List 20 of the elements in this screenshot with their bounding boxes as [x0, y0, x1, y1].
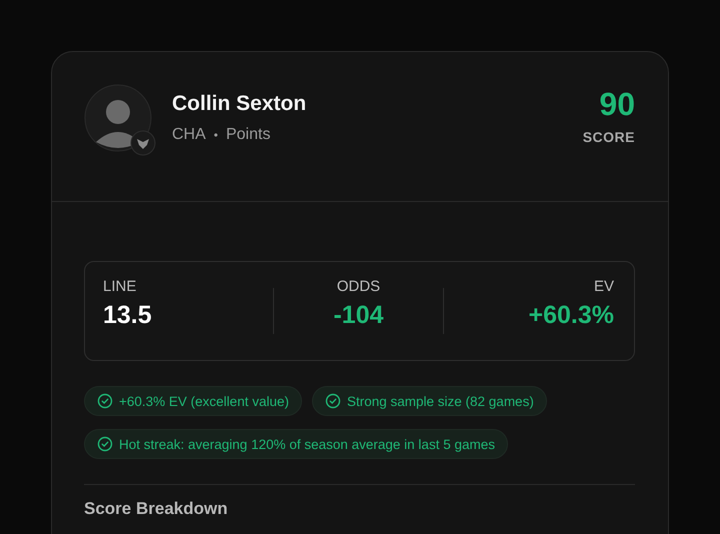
check-circle-icon [97, 393, 113, 409]
stat-label: LINE [103, 278, 138, 295]
stat-value: +60.3% [528, 301, 614, 330]
team-abbreviation: CHA [172, 126, 206, 144]
check-circle-icon [324, 393, 341, 409]
reason-text: Hot streak: averaging 120% of season average in last 5 games [119, 436, 495, 452]
stat-label: ODDS [336, 278, 382, 295]
reason-text: +60.3% EV (excellent value) [119, 394, 289, 408]
market-label: Points [226, 126, 270, 144]
team-logo-icon [130, 130, 156, 156]
section-title: Score Breakdown [84, 499, 229, 519]
reason-text: Strong sample size (82 games) [346, 394, 534, 408]
separator-dot: • [214, 127, 218, 144]
stat-value: -104 [332, 301, 385, 330]
check-circle-icon [97, 436, 113, 452]
score-label: SCORE [582, 129, 635, 145]
score-value: 90 [598, 86, 635, 123]
stat-label: EV [593, 278, 614, 295]
player-name: Collin Sexton [172, 92, 306, 116]
stat-value: 13.5 [103, 301, 153, 330]
